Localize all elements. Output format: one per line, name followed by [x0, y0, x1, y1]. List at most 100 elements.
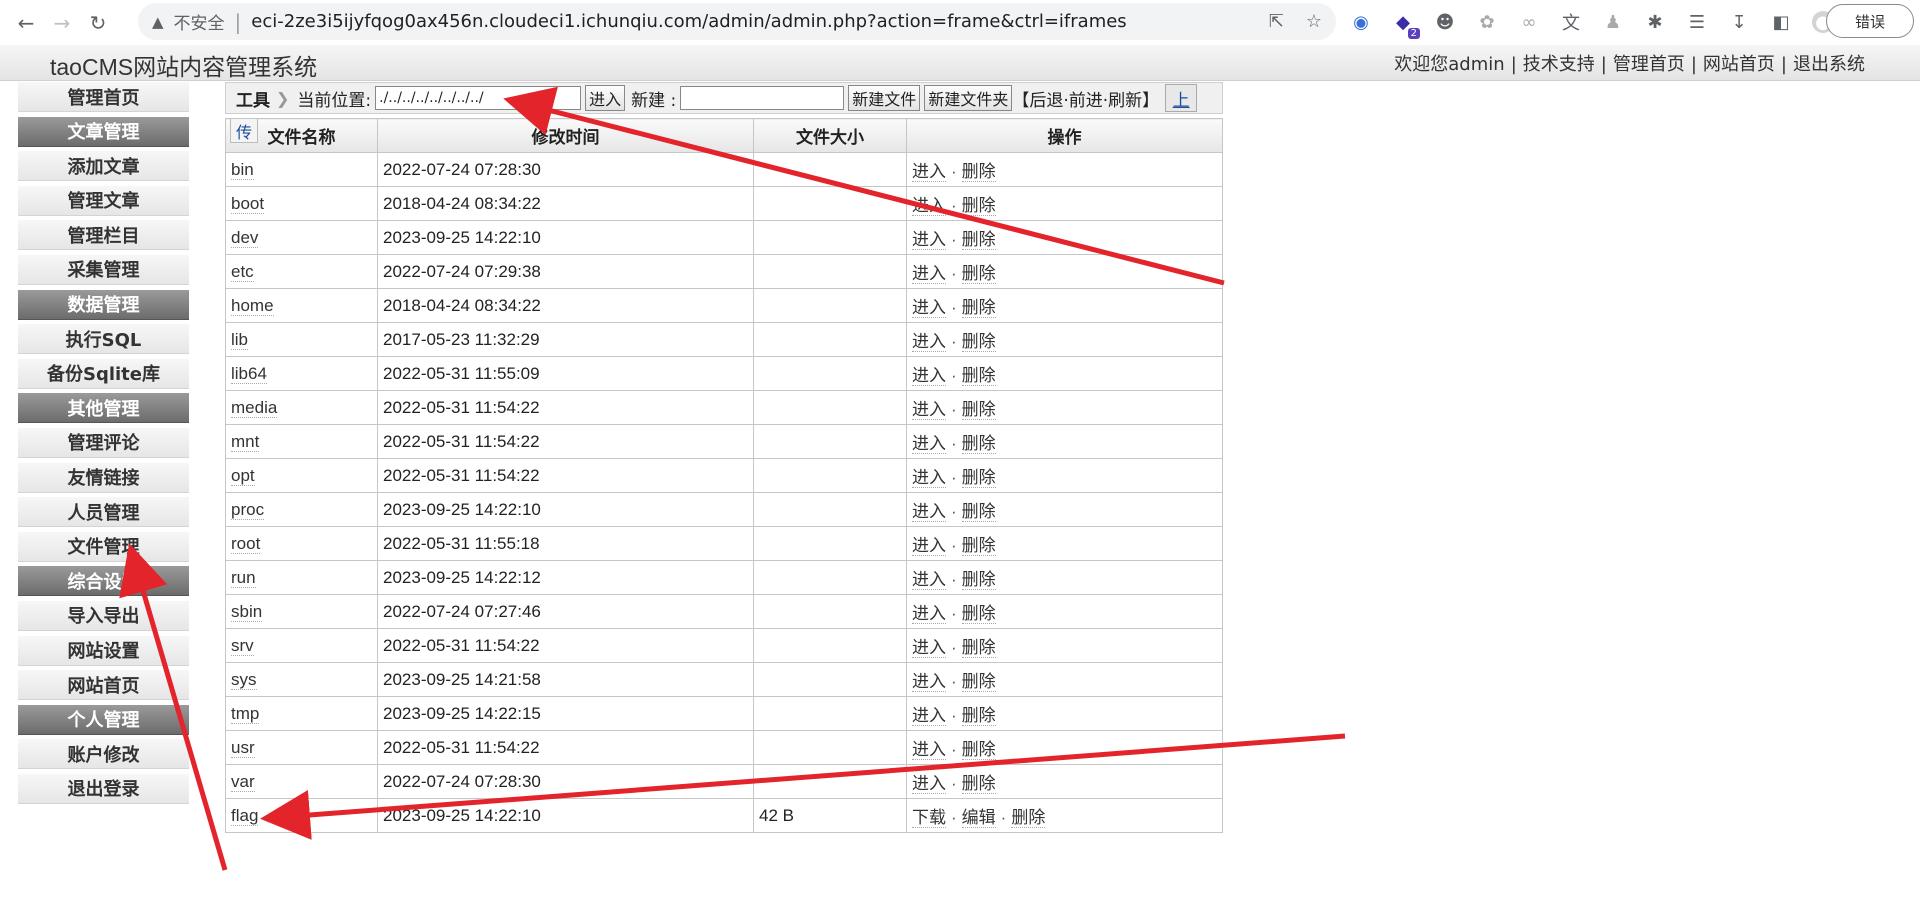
action-link[interactable]: 进入: [912, 536, 946, 556]
site-home-link[interactable]: 网站首页: [1703, 54, 1775, 75]
action-link[interactable]: 进入: [912, 604, 946, 624]
file-name-link[interactable]: sbin: [231, 601, 263, 622]
user-extension-icon[interactable]: ♟: [1602, 11, 1624, 33]
diamond-extension-icon[interactable]: ◆ 2: [1392, 11, 1420, 39]
action-link[interactable]: 删除: [961, 366, 996, 386]
back-arrow-icon[interactable]: ←: [12, 9, 40, 37]
file-name-link[interactable]: run: [231, 567, 256, 588]
action-link[interactable]: 进入: [912, 706, 946, 726]
sidebar-item[interactable]: 管理栏目: [18, 220, 189, 251]
sidebar-item[interactable]: 文件管理: [18, 531, 189, 562]
file-name-link[interactable]: srv: [231, 635, 254, 656]
file-name-link[interactable]: home: [231, 295, 274, 316]
globe-extension-icon[interactable]: ◉: [1350, 11, 1372, 33]
action-link[interactable]: 删除: [961, 332, 996, 352]
upload-tab[interactable]: 传: [230, 119, 258, 143]
action-link[interactable]: 删除: [1011, 808, 1046, 828]
sidebar-item[interactable]: 网站首页: [18, 670, 189, 701]
action-link[interactable]: 进入: [912, 502, 946, 522]
action-link[interactable]: 进入: [912, 162, 946, 182]
action-link[interactable]: 删除: [961, 298, 996, 318]
sidebar-item[interactable]: 采集管理: [18, 254, 189, 285]
action-link[interactable]: 进入: [912, 264, 946, 284]
file-name-link[interactable]: lib64: [231, 363, 267, 384]
admin-home-link[interactable]: 管理首页: [1613, 54, 1685, 75]
action-link[interactable]: 进入: [912, 196, 946, 216]
history-links[interactable]: 【后退·前进·刷新】: [1012, 86, 1159, 111]
link-extension-icon[interactable]: ∞: [1518, 11, 1540, 33]
new-name-input[interactable]: [680, 86, 845, 110]
file-name-link[interactable]: lib: [231, 329, 249, 350]
action-link[interactable]: 进入: [912, 468, 946, 488]
sidebar-item[interactable]: 管理文章: [18, 185, 189, 216]
action-link[interactable]: 进入: [912, 230, 946, 250]
file-name-link[interactable]: mnt: [231, 431, 260, 452]
logout-link[interactable]: 退出系统: [1793, 54, 1865, 75]
action-link[interactable]: 删除: [961, 400, 996, 420]
action-link[interactable]: 删除: [961, 434, 996, 454]
address-bar[interactable]: ▲ 不安全 | eci-2ze3i5ijyfqog0ax456n.cloudec…: [138, 3, 1336, 40]
action-link[interactable]: 删除: [961, 468, 996, 488]
action-link[interactable]: 删除: [961, 570, 996, 590]
action-link[interactable]: 删除: [961, 536, 996, 556]
action-link[interactable]: 进入: [912, 740, 946, 760]
file-name-link[interactable]: bin: [231, 159, 254, 180]
leaf-extension-icon[interactable]: ✿: [1476, 11, 1498, 33]
sidebar-item[interactable]: 友情链接: [18, 462, 189, 493]
action-link[interactable]: 删除: [961, 264, 996, 284]
file-name-link[interactable]: dev: [231, 227, 259, 248]
file-name-link[interactable]: etc: [231, 261, 254, 282]
action-link[interactable]: 下载: [912, 808, 946, 828]
error-button[interactable]: 错误: [1826, 4, 1914, 38]
file-name-link[interactable]: media: [231, 397, 278, 418]
file-name-link[interactable]: proc: [231, 499, 265, 520]
file-name-link[interactable]: root: [231, 533, 261, 554]
file-name-link[interactable]: tmp: [231, 703, 260, 724]
file-name-link[interactable]: boot: [231, 193, 265, 214]
translate-icon[interactable]: 文: [1560, 11, 1582, 34]
puzzle-icon[interactable]: ✱: [1644, 11, 1666, 33]
enter-button[interactable]: 进入: [585, 85, 626, 111]
action-link[interactable]: 删除: [961, 672, 996, 692]
action-link[interactable]: 删除: [961, 774, 996, 794]
action-link[interactable]: 进入: [912, 774, 946, 794]
sidebar-item[interactable]: 管理评论: [18, 427, 189, 458]
new-file-button[interactable]: 新建文件: [848, 85, 921, 111]
sidebar-item[interactable]: 导入导出: [18, 600, 189, 631]
forward-arrow-icon[interactable]: →: [48, 9, 76, 37]
sidebar-item[interactable]: 账户修改: [18, 739, 189, 770]
action-link[interactable]: 编辑: [961, 808, 996, 828]
action-link[interactable]: 进入: [912, 434, 946, 454]
sidepanel-icon[interactable]: ◧: [1770, 11, 1792, 33]
sidebar-item[interactable]: 添加文章: [18, 151, 189, 182]
file-name-link[interactable]: usr: [231, 737, 255, 758]
action-link[interactable]: 删除: [961, 706, 996, 726]
action-link[interactable]: 删除: [961, 638, 996, 658]
action-link[interactable]: 删除: [961, 162, 996, 182]
action-link[interactable]: 进入: [912, 638, 946, 658]
new-folder-button[interactable]: 新建文件夹: [924, 85, 1013, 111]
file-name-link[interactable]: sys: [231, 669, 257, 690]
action-link[interactable]: 进入: [912, 332, 946, 352]
action-link[interactable]: 进入: [912, 366, 946, 386]
url-text[interactable]: eci-2ze3i5ijyfqog0ax456n.cloudeci1.ichun…: [251, 11, 1126, 32]
file-name-link[interactable]: opt: [231, 465, 255, 486]
action-link[interactable]: 删除: [961, 230, 996, 250]
robot-extension-icon[interactable]: ☻: [1434, 11, 1456, 33]
action-link[interactable]: 进入: [912, 672, 946, 692]
path-input[interactable]: [375, 86, 582, 110]
sidebar-item[interactable]: 人员管理: [18, 497, 189, 528]
action-link[interactable]: 进入: [912, 400, 946, 420]
action-link[interactable]: 进入: [912, 298, 946, 318]
action-link[interactable]: 删除: [961, 196, 996, 216]
sidebar-item[interactable]: 备份Sqlite库: [18, 358, 189, 389]
action-link[interactable]: 进入: [912, 570, 946, 590]
share-icon[interactable]: ⇱: [1269, 11, 1284, 32]
support-link[interactable]: 技术支持: [1523, 54, 1595, 75]
file-name-link[interactable]: flag: [231, 805, 259, 826]
sidebar-item[interactable]: 网站设置: [18, 635, 189, 666]
sidebar-item[interactable]: 执行SQL: [18, 324, 189, 355]
action-link[interactable]: 删除: [961, 604, 996, 624]
up-button[interactable]: 上: [1165, 84, 1198, 112]
sidebar-item[interactable]: 管理首页: [18, 82, 189, 112]
